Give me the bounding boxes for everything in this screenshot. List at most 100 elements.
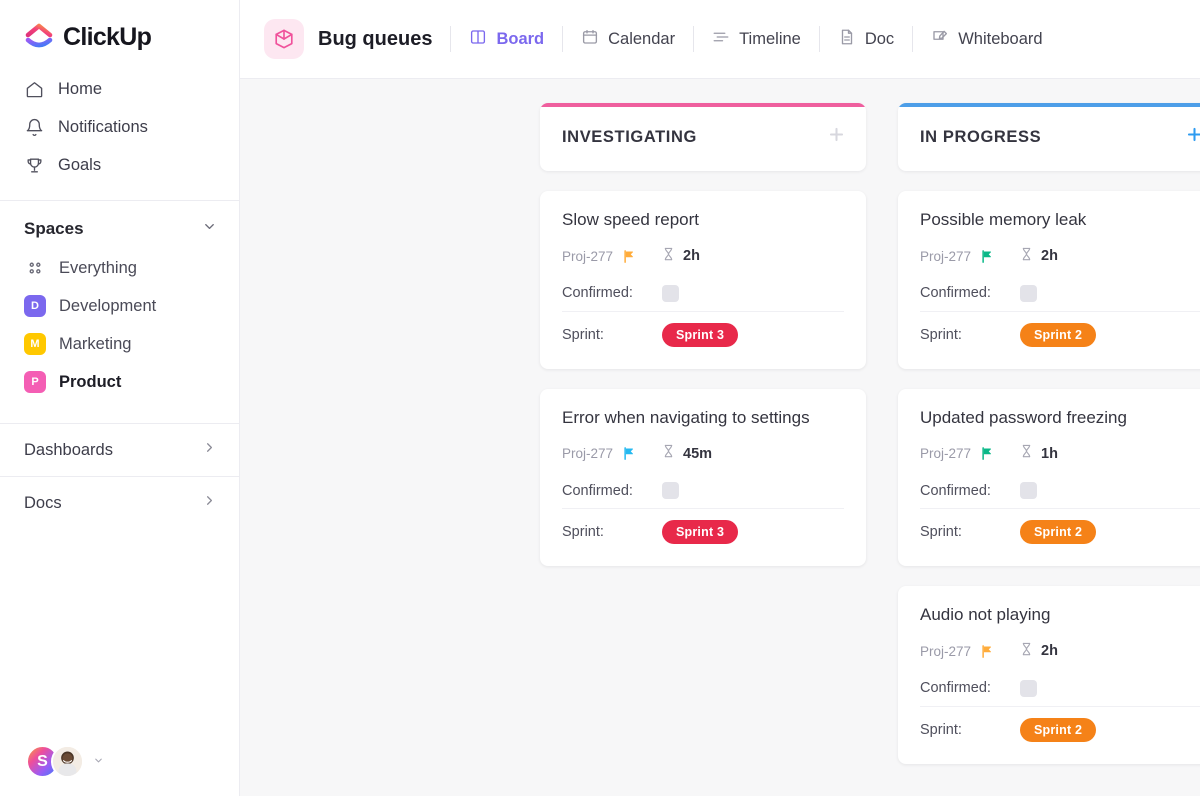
column-accent-bar xyxy=(540,103,866,107)
task-card[interactable]: Possible memory leak Proj-277 2h Confirmed:… xyxy=(898,191,1200,369)
tab-label: Doc xyxy=(864,29,895,48)
confirmed-checkbox[interactable] xyxy=(662,482,679,500)
sprint-label: Sprint: xyxy=(920,326,962,343)
grid-dots-icon xyxy=(24,257,46,279)
confirmed-label: Confirmed: xyxy=(562,482,633,499)
confirmed-checkbox[interactable] xyxy=(1020,679,1037,697)
flag-icon[interactable] xyxy=(622,446,637,461)
tab-doc[interactable]: Doc xyxy=(838,28,894,51)
confirmed-field: Confirmed: xyxy=(920,279,1200,308)
sidebar-item-docs[interactable]: Docs xyxy=(0,476,239,529)
spaces-title: Spaces xyxy=(24,219,84,238)
user-bar: S xyxy=(0,745,240,778)
confirmed-checkbox[interactable] xyxy=(662,284,679,302)
spaces-header[interactable]: Spaces xyxy=(0,201,239,249)
task-card[interactable]: Audio not playing Proj-277 2h Confirmed: Spr… xyxy=(898,586,1200,764)
sidebar: ClickUp Home Notifications Goals Spaces … xyxy=(0,0,240,796)
flag-icon[interactable] xyxy=(980,249,995,264)
tab-calendar[interactable]: Calendar xyxy=(581,28,675,51)
task-project-id: Proj-277 xyxy=(562,248,614,264)
sidebar-item-goals[interactable]: Goals xyxy=(0,146,239,184)
add-task-button[interactable] xyxy=(1185,125,1200,149)
chevron-right-icon xyxy=(202,440,217,460)
sidebar-item-label: Goals xyxy=(58,155,102,174)
task-meta: Proj-277 1h xyxy=(920,443,1200,464)
tab-label: Calendar xyxy=(608,29,676,48)
sprint-badge[interactable]: Sprint 2 xyxy=(1020,717,1097,742)
tab-board[interactable]: Board xyxy=(469,28,544,51)
flag-icon[interactable] xyxy=(980,644,995,659)
time-estimate: 2h xyxy=(1019,641,1058,662)
task-meta: Proj-277 45m xyxy=(562,443,844,464)
task-title: Updated password freezing xyxy=(920,407,1127,427)
sprint-field: Sprint: Sprint 2 xyxy=(920,705,1200,748)
confirmed-label: Confirmed: xyxy=(920,680,991,697)
tab-whiteboard[interactable]: Whiteboard xyxy=(931,28,1043,51)
divider xyxy=(562,26,564,52)
board-column: IN PROGRESS Possible memory leak Proj-277 2… xyxy=(898,103,1200,796)
tab-label: Board xyxy=(496,29,545,48)
column-accent-bar xyxy=(898,103,1200,107)
sidebar-item-notifications[interactable]: Notifications xyxy=(0,108,239,146)
time-estimate: 2h xyxy=(1019,246,1058,267)
hourglass-icon xyxy=(1019,443,1034,464)
sprint-badge[interactable]: Sprint 3 xyxy=(662,322,739,347)
hourglass-icon xyxy=(661,443,676,464)
task-title: Audio not playing xyxy=(920,605,1051,625)
flag-icon[interactable] xyxy=(622,249,637,264)
space-chip-development: D xyxy=(24,295,46,317)
user-avatar[interactable] xyxy=(51,745,84,778)
sprint-field: Sprint: Sprint 2 xyxy=(920,310,1200,353)
space-chip-product: P xyxy=(24,371,46,393)
add-task-button[interactable] xyxy=(827,125,846,149)
task-card[interactable]: Updated password freezing Proj-277 1h Confi… xyxy=(898,388,1200,567)
tab-timeline[interactable]: Timeline xyxy=(712,28,801,51)
time-estimate-value: 2h xyxy=(683,248,700,265)
brand-logo[interactable]: ClickUp xyxy=(0,0,239,68)
sprint-label: Sprint: xyxy=(920,524,962,541)
home-icon xyxy=(24,79,44,99)
task-card[interactable]: Error when navigating to settings Proj-27… xyxy=(540,388,866,567)
confirmed-label: Confirmed: xyxy=(562,285,633,302)
confirmed-checkbox[interactable] xyxy=(1020,284,1037,302)
topbar: Bug queues Board Calendar Timeline Doc W… xyxy=(240,0,1200,79)
clickup-logo-icon xyxy=(24,22,54,52)
confirmed-field: Confirmed: xyxy=(920,476,1200,505)
task-card[interactable]: Slow speed report Proj-277 2h Confirmed: Spr… xyxy=(540,191,866,369)
task-project-id: Proj-277 xyxy=(920,248,972,264)
task-title: Error when navigating to settings xyxy=(562,407,810,427)
doc-icon xyxy=(838,28,856,51)
board-icon xyxy=(469,28,487,51)
sprint-label: Sprint: xyxy=(562,524,604,541)
trophy-icon xyxy=(24,155,44,175)
sprint-label: Sprint: xyxy=(920,721,962,738)
chevron-down-icon[interactable] xyxy=(202,219,217,239)
sidebar-item-everything[interactable]: Everything xyxy=(0,249,239,287)
sidebar-item-label: Notifications xyxy=(58,117,148,136)
sprint-badge[interactable]: Sprint 2 xyxy=(1020,520,1097,545)
calendar-icon xyxy=(581,28,599,51)
chevron-down-icon[interactable] xyxy=(93,753,104,771)
column-title: IN PROGRESS xyxy=(920,127,1042,146)
sprint-field: Sprint: Sprint 3 xyxy=(562,310,844,353)
confirmed-field: Confirmed: xyxy=(920,674,1200,703)
sidebar-item-label: Development xyxy=(59,296,157,315)
sprint-badge[interactable]: Sprint 3 xyxy=(662,520,739,545)
sprint-badge[interactable]: Sprint 2 xyxy=(1020,322,1097,347)
whiteboard-icon xyxy=(931,28,949,51)
flag-icon[interactable] xyxy=(980,446,995,461)
sidebar-item-product[interactable]: P Product xyxy=(0,363,239,401)
sidebar-item-label: Everything xyxy=(59,258,137,277)
sidebar-item-label: Marketing xyxy=(59,334,132,353)
sidebar-item-home[interactable]: Home xyxy=(0,70,239,108)
task-meta: Proj-277 2h xyxy=(920,641,1200,662)
sidebar-item-development[interactable]: D Development xyxy=(0,287,239,325)
task-project-id: Proj-277 xyxy=(562,446,614,462)
sidebar-item-marketing[interactable]: M Marketing xyxy=(0,325,239,363)
sidebar-item-dashboards[interactable]: Dashboards xyxy=(0,423,239,476)
time-estimate-value: 2h xyxy=(1041,248,1058,265)
task-project-id: Proj-277 xyxy=(920,446,972,462)
confirmed-label: Confirmed: xyxy=(920,482,991,499)
sidebar-item-label: Home xyxy=(58,79,103,98)
confirmed-checkbox[interactable] xyxy=(1020,482,1037,500)
